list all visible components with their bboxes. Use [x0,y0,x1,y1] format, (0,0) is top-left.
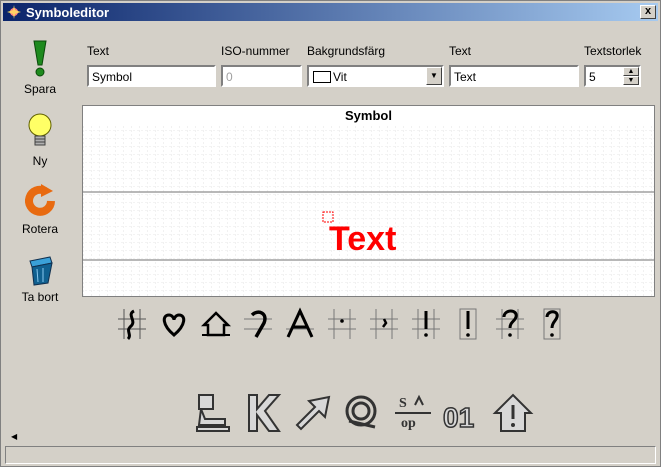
iso-input[interactable]: 0 [221,65,302,87]
background-select[interactable]: Vit ▼ [307,65,444,87]
symbol-heart-icon[interactable] [158,307,190,341]
symbol-curl-icon[interactable] [116,307,148,341]
letter-k-tool-icon[interactable] [241,391,285,435]
symbol-row [116,307,576,343]
symbol-exclamation-icon[interactable] [452,307,484,341]
lightbulb-icon [28,113,52,146]
background-value: Vit [333,70,347,84]
symbol-question-icon[interactable] [536,307,568,341]
text-label: Text [87,44,110,58]
save-label: Spara [23,82,57,96]
text2-input[interactable]: Text [449,65,579,87]
symbol-hook-icon[interactable] [242,307,274,341]
symbol-canvas[interactable]: Symbol Text [82,105,655,297]
symbol-editor-window: Symboleditor x Spara Ny Rotera Ta bort T… [0,0,661,467]
save-button[interactable]: Spara [1,39,79,96]
textsize-label: Textstorlek [584,44,642,58]
canvas-grid [83,124,654,296]
stepper-down-icon[interactable]: ▼ [623,76,639,85]
chevron-down-icon[interactable]: ▼ [426,67,442,85]
textsize-value: 5 [589,70,596,84]
window-title: Symboleditor [26,4,110,20]
symbol-letter-a-icon[interactable] [284,307,316,341]
rotate-label: Rotera [21,222,59,236]
stepper-up-icon[interactable]: ▲ [623,67,639,76]
rotate-icon [25,184,55,216]
house-exclamation-tool-icon[interactable] [491,391,535,435]
symbol-dot-icon[interactable] [326,307,358,341]
op-text-tool-icon[interactable]: Sop [391,391,435,435]
color-swatch [313,71,331,83]
background-label: Bakgrundsfärg [307,44,386,58]
svg-text:01: 01 [443,402,474,433]
stamp-tool-icon[interactable] [191,391,235,435]
symbol-comma-icon[interactable] [368,307,400,341]
new-label: Ny [32,154,48,168]
title-bar: Symboleditor x [3,3,658,21]
delete-button[interactable]: Ta bort [1,251,79,304]
rotate-button[interactable]: Rotera [1,183,79,236]
arrow-diagonal-tool-icon[interactable] [291,391,335,435]
status-bar [5,446,656,464]
trash-icon [29,256,53,286]
exclamation-icon [33,40,47,77]
text2-label: Text [449,44,472,58]
close-button[interactable]: x [640,5,656,19]
app-icon [7,5,21,19]
preview-text: Text [329,220,397,258]
symbol-house-icon[interactable] [200,307,232,341]
symbol-exclamation-grid-icon[interactable] [410,307,442,341]
symbol-question-grid-icon[interactable] [494,307,526,341]
stepper-arrows: ▲ ▼ [623,67,639,85]
new-button[interactable]: Ny [1,111,79,168]
svg-text:S: S [399,396,407,411]
svg-text:op: op [401,416,416,431]
zero-one-tool-icon[interactable]: 01 [441,391,485,435]
text-input[interactable]: Symbol [87,65,216,87]
delete-label: Ta bort [21,290,59,304]
textsize-stepper[interactable]: 5 ▲ ▼ [584,65,641,87]
bottom-tool-row: Sop 01 [191,391,571,437]
iso-label: ISO-nummer [221,44,290,58]
coil-tool-icon[interactable] [341,391,385,435]
scroll-left-icon[interactable]: ◀ [11,432,17,441]
